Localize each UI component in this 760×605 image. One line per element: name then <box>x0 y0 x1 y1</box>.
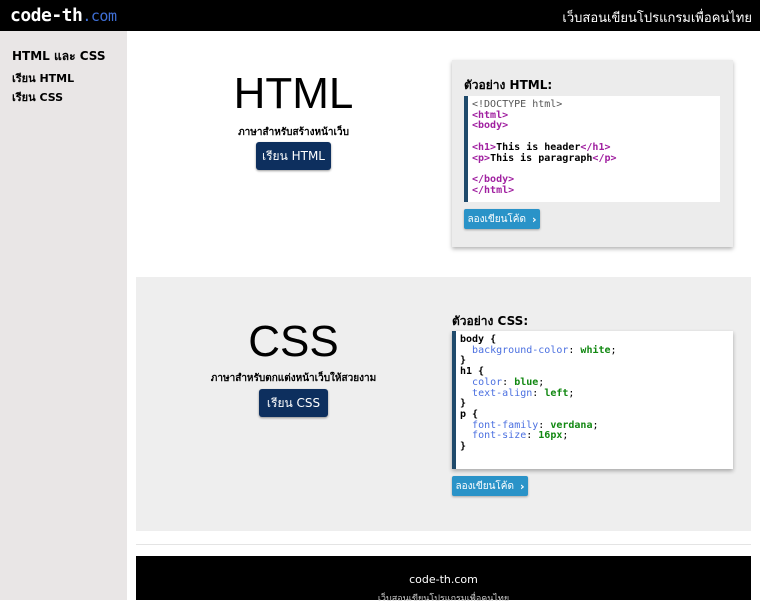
css-code-block: body { background-color: white; } h1 { c… <box>452 331 733 469</box>
try-css-code-button[interactable]: ลองเขียนโค้ด › <box>452 476 528 496</box>
css-example-heading: ตัวอย่าง CSS: <box>452 314 529 328</box>
logo-suffix-text: .com <box>82 7 117 25</box>
html-subtitle: ภาษาสำหรับสร้างหน้าเว็บ <box>238 127 349 138</box>
sidebar-item-learn-html[interactable]: เรียน HTML <box>12 69 74 87</box>
logo-main-text: code-th <box>10 5 83 26</box>
footer: code-th.com เว็บสอนเขียนโปรแกรมเพื่อคนไท… <box>136 556 751 604</box>
section-divider <box>136 544 751 545</box>
css-section: CSS ภาษาสำหรับตกแต่งหน้าเว็บให้สวยงาม เร… <box>136 277 751 531</box>
footer-subtitle: เว็บสอนเขียนโปรแกรมเพื่อคนไทย <box>377 594 510 604</box>
sidebar: HTML และ CSS เรียน HTML เรียน CSS <box>0 31 127 600</box>
html-example-card: ตัวอย่าง HTML: <!DOCTYPE html> <html> <b… <box>452 60 733 247</box>
site-tagline: เว็บสอนเขียนโปรแกรมเพื่อคนไทย <box>562 11 752 26</box>
try-css-code-label: ลองเขียนโค้ด <box>455 480 514 492</box>
try-html-code-label: ลองเขียนโค้ด <box>467 213 526 225</box>
html-code-block: <!DOCTYPE html> <html> <body> <h1>This i… <box>464 96 720 202</box>
html-example-heading: ตัวอย่าง HTML: <box>464 78 553 92</box>
chevron-right-icon: › <box>531 212 537 226</box>
sidebar-title: HTML และ CSS <box>12 49 106 63</box>
css-subtitle: ภาษาสำหรับตกแต่งหน้าเว็บให้สวยงาม <box>210 373 377 384</box>
css-title: CSS <box>248 317 339 366</box>
site-logo[interactable]: code-th.com <box>10 5 117 26</box>
learn-css-button[interactable]: เรียน CSS <box>259 389 328 417</box>
footer-title: code-th.com <box>409 573 478 586</box>
html-title: HTML <box>233 69 354 118</box>
html-section: HTML ภาษาสำหรับสร้างหน้าเว็บ เรียน HTML … <box>136 31 751 263</box>
learn-html-button[interactable]: เรียน HTML <box>256 142 331 170</box>
sidebar-item-learn-css[interactable]: เรียน CSS <box>12 88 63 106</box>
try-html-code-button[interactable]: ลองเขียนโค้ด › <box>464 209 540 229</box>
top-bar: code-th.com เว็บสอนเขียนโปรแกรมเพื่อคนไท… <box>0 0 760 31</box>
chevron-right-icon: › <box>519 479 525 493</box>
